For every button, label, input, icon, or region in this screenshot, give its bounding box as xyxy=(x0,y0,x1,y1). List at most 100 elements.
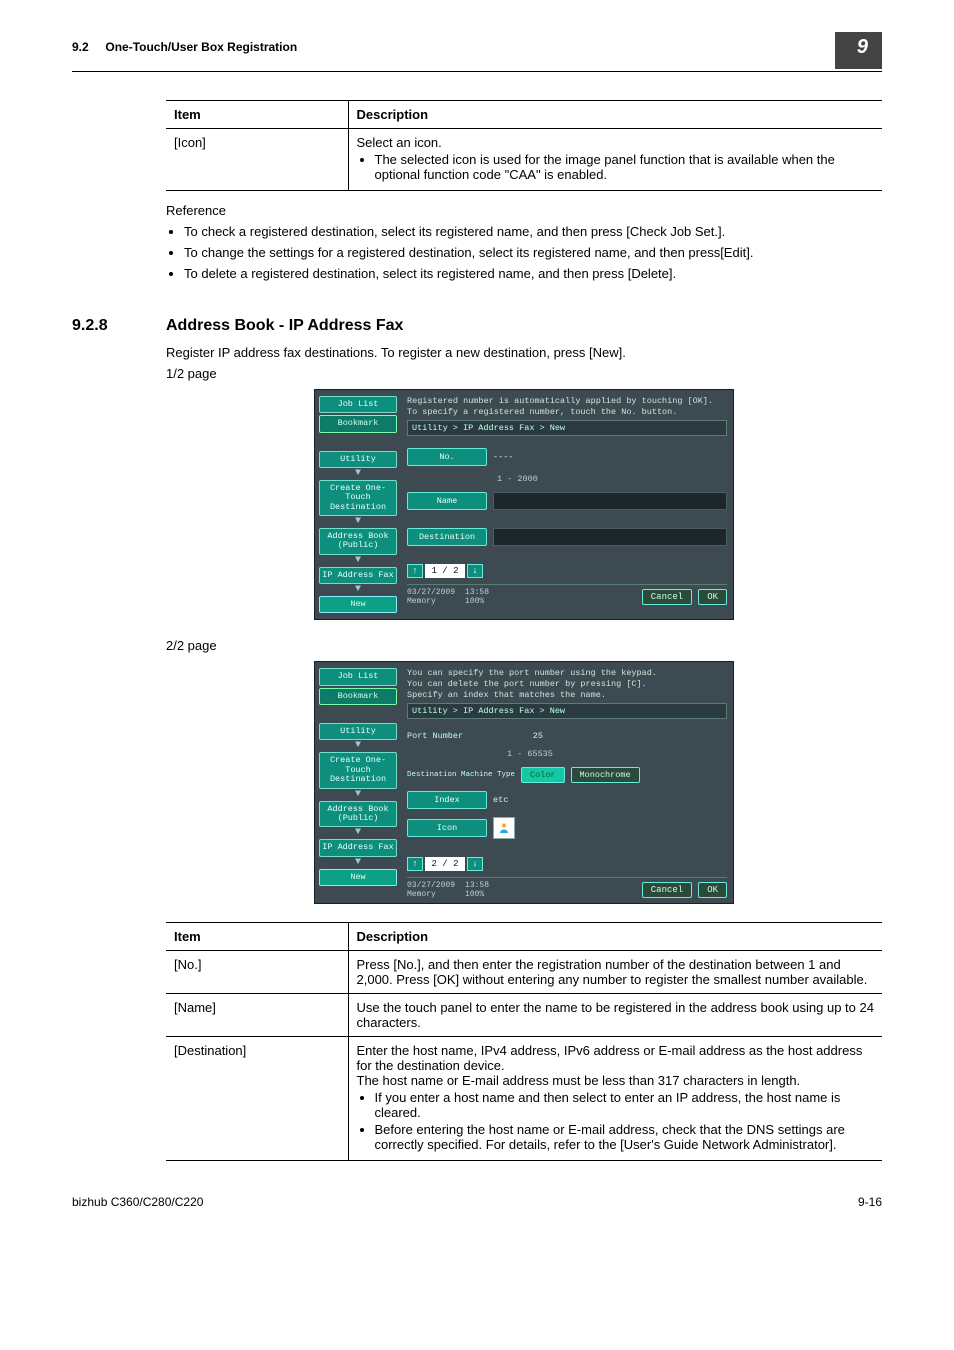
icon-table: Item Description [Icon] Select an icon. … xyxy=(166,100,882,191)
page-label-2: 2/2 page xyxy=(166,638,882,653)
page-header: 9.2 One-Touch/User Box Registration 9 xyxy=(72,40,882,72)
address-book-crumb[interactable]: Address Book (Public) xyxy=(319,528,397,555)
footer-page-number: 9-16 xyxy=(858,1195,882,1209)
ref-item-1: To check a registered destination, selec… xyxy=(184,224,882,239)
arrow-down-icon: ▼ xyxy=(319,791,397,799)
page-up-button[interactable]: ↑ xyxy=(407,857,423,871)
monochrome-option[interactable]: Monochrome xyxy=(571,767,640,783)
icon-desc-line1: Select an icon. xyxy=(357,135,442,150)
new-button[interactable]: New xyxy=(319,596,397,613)
page-footer: bizhub C360/C280/C220 9-16 xyxy=(72,1195,882,1209)
no-range: 1 - 2000 xyxy=(493,474,538,484)
page-indicator: 1 / 2 xyxy=(425,564,465,578)
icon-preview xyxy=(493,817,515,839)
name-field[interactable] xyxy=(493,492,727,510)
td-no-desc: Press [No.], and then enter the registra… xyxy=(348,951,882,994)
shot1-pager: ↑ 1 / 2 ↓ xyxy=(407,564,727,578)
arrow-down-icon: ▼ xyxy=(319,586,397,594)
create-onetouch-crumb[interactable]: Create One-Touch Destination xyxy=(319,752,397,788)
icon-desc-bullet: The selected icon is used for the image … xyxy=(375,152,875,182)
td-icon-item: [Icon] xyxy=(166,129,348,191)
page: 9.2 One-Touch/User Box Registration 9 It… xyxy=(0,0,954,1239)
td-no-item: [No.] xyxy=(166,951,348,994)
td-dest-item: [Destination] xyxy=(166,1037,348,1161)
page-up-button[interactable]: ↑ xyxy=(407,564,423,578)
shot2-breadcrumb: Utility > IP Address Fax > New xyxy=(407,703,727,719)
section-heading: 9.2.8 Address Book - IP Address Fax xyxy=(72,317,882,335)
header-section-title: One-Touch/User Box Registration xyxy=(105,40,297,54)
arrow-down-icon: ▼ xyxy=(319,859,397,867)
dest-desc-l2: The host name or E-mail address must be … xyxy=(357,1073,801,1088)
shot1-footer: 03/27/2009Memory 13:58100% Cancel OK xyxy=(407,584,727,606)
shot1-sidebar: Job List Bookmark Utility ▼ Create One-T… xyxy=(315,390,401,619)
th-desc: Description xyxy=(348,101,882,129)
dest-machine-type-label: Destination Machine Type xyxy=(407,771,515,779)
section-title: Address Book - IP Address Fax xyxy=(166,317,403,335)
page-indicator: 2 / 2 xyxy=(425,857,465,871)
arrow-down-icon: ▼ xyxy=(319,470,397,478)
dest-desc-l1: Enter the host name, IPv4 address, IPv6 … xyxy=(357,1043,863,1073)
content-column: Item Description [Icon] Select an icon. … xyxy=(166,100,882,1161)
bookmark-tab[interactable]: Bookmark xyxy=(319,688,397,705)
footer-model: bizhub C360/C280/C220 xyxy=(72,1195,203,1209)
name-button[interactable]: Name xyxy=(407,492,487,510)
ip-address-fax-crumb[interactable]: IP Address Fax xyxy=(319,567,397,584)
page-label-1: 1/2 page xyxy=(166,366,882,381)
th-item-2: Item xyxy=(166,923,348,951)
utility-crumb[interactable]: Utility xyxy=(319,451,397,468)
port-range: 1 - 65535 xyxy=(503,749,553,759)
shot2-footer: 03/27/2009Memory 13:58100% Cancel OK xyxy=(407,877,727,899)
job-list-button[interactable]: Job List xyxy=(319,396,397,413)
th-desc-2: Description xyxy=(348,923,882,951)
chapter-badge: 9 xyxy=(835,32,882,69)
reference-list: To check a registered destination, selec… xyxy=(166,224,882,281)
section-intro: Register IP address fax destinations. To… xyxy=(166,345,882,360)
utility-crumb[interactable]: Utility xyxy=(319,723,397,740)
address-book-crumb[interactable]: Address Book (Public) xyxy=(319,801,397,828)
shot2-hint: You can specify the port number using th… xyxy=(407,668,727,700)
index-value: etc xyxy=(493,795,508,805)
header-section-ref: 9.2 xyxy=(72,40,89,54)
header-section: 9.2 One-Touch/User Box Registration xyxy=(72,40,297,54)
shot2-pager: ↑ 2 / 2 ↓ xyxy=(407,857,727,871)
td-name-desc: Use the touch panel to enter the name to… xyxy=(348,994,882,1037)
section-number: 9.2.8 xyxy=(72,317,166,335)
port-number-value: 25 xyxy=(503,731,543,741)
create-onetouch-crumb[interactable]: Create One-Touch Destination xyxy=(319,480,397,516)
th-item: Item xyxy=(166,101,348,129)
shot1-hint: Registered number is automatically appli… xyxy=(407,396,727,417)
no-value: ---- xyxy=(493,452,513,462)
td-icon-desc: Select an icon. The selected icon is use… xyxy=(348,129,882,191)
no-button[interactable]: No. xyxy=(407,448,487,466)
new-button[interactable]: New xyxy=(319,869,397,886)
shot1-breadcrumb: Utility > IP Address Fax > New xyxy=(407,420,727,436)
ref-item-3: To delete a registered destination, sele… xyxy=(184,266,882,281)
destination-button[interactable]: Destination xyxy=(407,528,487,546)
td-name-item: [Name] xyxy=(166,994,348,1037)
shot2-main: You can specify the port number using th… xyxy=(401,662,733,903)
page-down-button[interactable]: ↓ xyxy=(467,564,483,578)
ref-item-2: To change the settings for a registered … xyxy=(184,245,882,260)
arrow-down-icon: ▼ xyxy=(319,557,397,565)
shot2-sidebar: Job List Bookmark Utility ▼ Create One-T… xyxy=(315,662,401,903)
icon-button[interactable]: Icon xyxy=(407,819,487,837)
fields-table: Item Description [No.] Press [No.], and … xyxy=(166,922,882,1161)
cancel-button[interactable]: Cancel xyxy=(642,589,692,605)
color-option[interactable]: Color xyxy=(521,767,565,783)
device-screenshot-2: Job List Bookmark Utility ▼ Create One-T… xyxy=(314,661,734,904)
device-screenshot-1: Job List Bookmark Utility ▼ Create One-T… xyxy=(314,389,734,620)
ip-address-fax-crumb[interactable]: IP Address Fax xyxy=(319,839,397,856)
dest-desc-li1: If you enter a host name and then select… xyxy=(375,1090,875,1120)
ok-button[interactable]: OK xyxy=(698,589,727,605)
index-button[interactable]: Index xyxy=(407,791,487,809)
bookmark-tab[interactable]: Bookmark xyxy=(319,415,397,432)
destination-field[interactable] xyxy=(493,528,727,546)
shot1-main: Registered number is automatically appli… xyxy=(401,390,733,619)
arrow-down-icon: ▼ xyxy=(319,829,397,837)
page-down-button[interactable]: ↓ xyxy=(467,857,483,871)
ok-button[interactable]: OK xyxy=(698,882,727,898)
dest-desc-li2: Before entering the host name or E-mail … xyxy=(375,1122,875,1152)
job-list-button[interactable]: Job List xyxy=(319,668,397,685)
td-dest-desc: Enter the host name, IPv4 address, IPv6 … xyxy=(348,1037,882,1161)
cancel-button[interactable]: Cancel xyxy=(642,882,692,898)
